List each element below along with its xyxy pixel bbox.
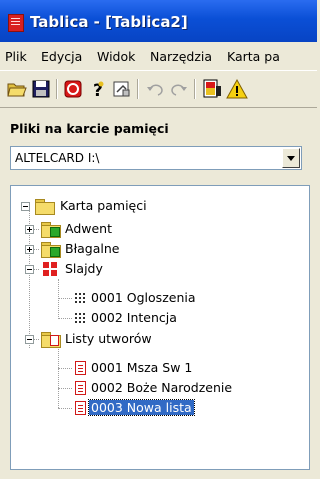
- tree-node-label: Slajdy: [65, 261, 103, 276]
- slide-icon[interactable]: [201, 78, 223, 100]
- slide-grid-icon: [74, 312, 86, 324]
- collapse-icon[interactable]: [25, 265, 34, 274]
- collapse-icon[interactable]: [21, 202, 30, 211]
- tree-node-label: 0002 Intencja: [91, 310, 177, 325]
- menu-edycja[interactable]: Edycja: [41, 49, 82, 64]
- tree-node-slajdy[interactable]: Slajdy: [11, 259, 301, 279]
- title-bar: Tablica - [Tablica2]: [0, 0, 317, 42]
- tree-node-label: Listy utworów: [65, 331, 152, 346]
- redo-icon[interactable]: [168, 78, 190, 100]
- tree-node-slajd-0001[interactable]: 0001 Ogloszenia: [11, 288, 301, 308]
- tree-node-label: Karta pamięci: [60, 198, 147, 213]
- tree-node-listy-utworow[interactable]: Listy utworów: [11, 329, 301, 349]
- tree-node-adwent[interactable]: Adwent: [11, 219, 301, 239]
- stop-icon[interactable]: [62, 78, 84, 100]
- folder-icon: [35, 199, 55, 215]
- menu-narzedzia[interactable]: Narzędzia: [150, 49, 212, 64]
- collapse-icon[interactable]: [25, 335, 34, 344]
- song-folder-icon: [41, 242, 61, 258]
- panel-title: Pliki na karcie pamięci: [10, 121, 169, 136]
- properties-icon[interactable]: [111, 78, 133, 100]
- chevron-down-icon: [287, 156, 295, 161]
- toolbar-separator: [137, 79, 139, 99]
- toolbar-separator: [194, 79, 196, 99]
- file-tree[interactable]: Karta pamięci Adwent Błagalne Slajdy 000…: [10, 185, 310, 470]
- song-folder-icon: [41, 222, 61, 238]
- slides-icon: [43, 262, 57, 276]
- menu-bar: Plik Edycja Widok Narzędzia Karta pa: [0, 42, 317, 70]
- tree-node-label: 0001 Ogloszenia: [91, 290, 196, 305]
- drive-select-value: ALTELCARD I:\: [15, 151, 100, 165]
- toolbar-separator: [56, 79, 58, 99]
- open-icon[interactable]: [6, 78, 28, 100]
- expand-icon[interactable]: [25, 225, 34, 234]
- drive-select[interactable]: ALTELCARD I:\: [10, 146, 302, 170]
- tree-node-lista-0003[interactable]: 0003 Nowa lista: [11, 398, 301, 418]
- playlist-folder-icon: [41, 332, 61, 348]
- menu-plik[interactable]: Plik: [5, 49, 27, 64]
- expand-icon[interactable]: [25, 245, 34, 254]
- tree-node-label-selected: 0003 Nowa lista: [88, 399, 195, 416]
- undo-icon[interactable]: [144, 78, 166, 100]
- warning-icon[interactable]: [226, 78, 248, 100]
- menu-karta-pamieci[interactable]: Karta pa: [227, 49, 280, 64]
- window-title: Tablica - [Tablica2]: [30, 13, 188, 31]
- tree-node-label: 0002 Boże Narodzenie: [91, 380, 233, 395]
- help-icon[interactable]: ?: [87, 78, 109, 101]
- save-icon[interactable]: [30, 78, 52, 100]
- tree-node-label: 0001 Msza Sw 1: [91, 360, 193, 375]
- toolbar: ?: [0, 70, 317, 108]
- tree-node-blagalne[interactable]: Błagalne: [11, 239, 301, 259]
- tree-node-karta-pamieci[interactable]: Karta pamięci: [11, 196, 301, 216]
- tree-node-lista-0002[interactable]: 0002 Boże Narodzenie: [11, 378, 301, 398]
- slide-grid-icon: [74, 292, 86, 304]
- tree-node-lista-0001[interactable]: 0001 Msza Sw 1: [11, 358, 301, 378]
- list-document-icon: [75, 381, 86, 395]
- tree-node-slajd-0002[interactable]: 0002 Intencja: [11, 308, 301, 328]
- app-icon: [8, 14, 24, 32]
- tree-node-label: Błagalne: [65, 241, 120, 256]
- list-document-icon: [75, 361, 86, 375]
- dropdown-button[interactable]: [282, 148, 300, 168]
- tree-node-label: Adwent: [65, 221, 113, 236]
- list-document-icon: [75, 401, 86, 415]
- menu-widok[interactable]: Widok: [97, 49, 135, 64]
